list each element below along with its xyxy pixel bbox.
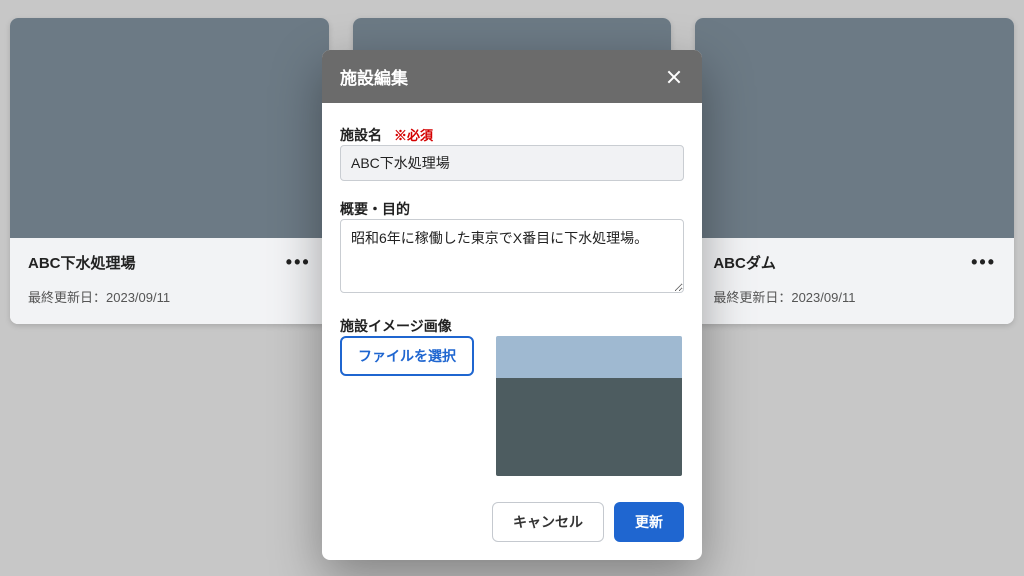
facility-card-body: ABC下水処理場 ••• 最終更新日：2023/09/11 <box>10 238 329 324</box>
required-mark: ※必須 <box>394 125 433 144</box>
facility-card-body: ABCダム ••• 最終更新日：2023/09/11 <box>695 238 1014 324</box>
facility-desc-label: 概要・目的 <box>340 199 684 219</box>
facility-desc-textarea[interactable]: 昭和6年に稼働した東京でX番目に下水処理場。 <box>340 219 684 293</box>
facility-title: ABCダム <box>713 252 776 273</box>
facility-thumbnail <box>695 18 1014 238</box>
modal-title: 施設編集 <box>340 64 408 89</box>
facility-title: ABC下水処理場 <box>28 252 136 273</box>
facility-card[interactable]: ABCダム ••• 最終更新日：2023/09/11 <box>695 18 1014 324</box>
facility-name-label: 施設名 <box>340 125 382 145</box>
close-icon[interactable] <box>664 67 684 87</box>
modal-body: 施設名 ※必須 概要・目的 昭和6年に稼働した東京でX番目に下水処理場。 施設イ… <box>322 103 702 492</box>
more-icon[interactable]: ••• <box>286 252 311 273</box>
facility-updated: 最終更新日：2023/09/11 <box>28 287 311 306</box>
choose-file-button[interactable]: ファイルを選択 <box>340 336 474 376</box>
cancel-button[interactable]: キャンセル <box>492 502 604 542</box>
facility-name-label-row: 施設名 ※必須 <box>340 125 684 145</box>
facility-image-label: 施設イメージ画像 <box>340 316 684 336</box>
facility-updated: 最終更新日：2023/09/11 <box>713 287 996 306</box>
facility-image-field-group: 施設イメージ画像 ファイルを選択 <box>340 316 684 476</box>
facility-image-preview <box>496 336 682 476</box>
modal-header: 施設編集 <box>322 50 702 103</box>
submit-button[interactable]: 更新 <box>614 502 684 542</box>
facility-card[interactable]: ABC下水処理場 ••• 最終更新日：2023/09/11 <box>10 18 329 324</box>
facility-thumbnail <box>10 18 329 238</box>
facility-desc-field-group: 概要・目的 昭和6年に稼働した東京でX番目に下水処理場。 <box>340 199 684 298</box>
facility-name-input[interactable] <box>340 145 684 181</box>
more-icon[interactable]: ••• <box>971 252 996 273</box>
facility-name-field-group: 施設名 ※必須 <box>340 125 684 181</box>
modal-footer: キャンセル 更新 <box>322 492 702 560</box>
edit-facility-modal: 施設編集 施設名 ※必須 概要・目的 昭和6年に稼働した東京でX番目に下水処理場… <box>322 50 702 560</box>
